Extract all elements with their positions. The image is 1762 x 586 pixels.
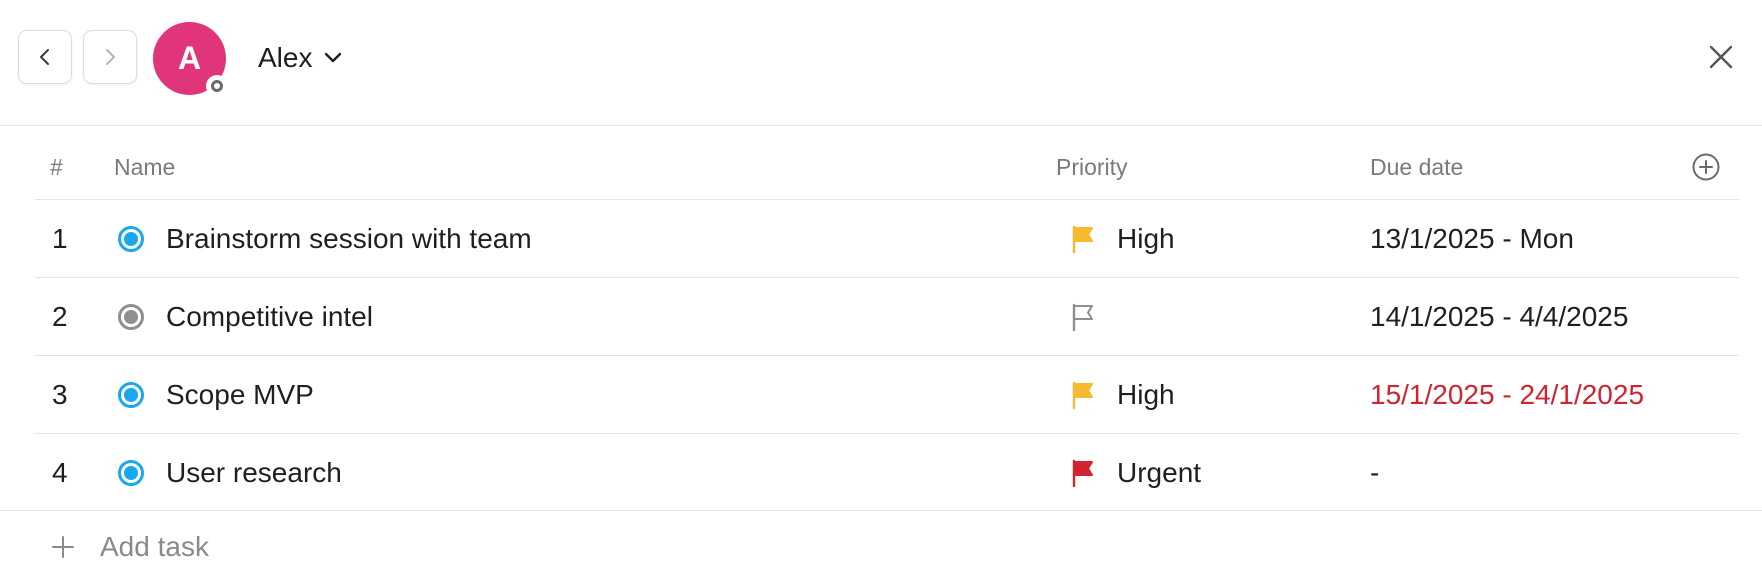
flag-icon (1072, 381, 1093, 409)
due-date[interactable]: 15/1/2025 - 24/1/2025 (1370, 356, 1644, 433)
due-date[interactable]: 14/1/2025 - 4/4/2025 (1370, 278, 1628, 355)
close-button[interactable] (1700, 36, 1742, 78)
column-number: # (50, 154, 63, 180)
task-table: # Name Priority Due date 1 Brainstorm se… (35, 126, 1739, 511)
user-name: Alex (258, 42, 313, 73)
status-toggle[interactable] (118, 434, 144, 511)
flag-icon (1072, 303, 1093, 331)
priority-label: Urgent (1117, 456, 1202, 488)
flag-icon (1072, 459, 1093, 487)
priority-label: High (1117, 222, 1175, 254)
row-number: 1 (52, 222, 68, 254)
task-name[interactable]: Competitive intel (166, 278, 373, 355)
presence-status-icon (206, 75, 228, 97)
status-toggle[interactable] (118, 356, 144, 433)
divider (0, 510, 1762, 511)
priority-flag[interactable] (1070, 278, 1096, 355)
status-toggle[interactable] (118, 278, 144, 355)
task-name[interactable]: User research (166, 434, 342, 511)
table-row[interactable]: 1 Brainstorm session with team High 13/1… (35, 200, 1739, 278)
status-in-progress-icon (118, 459, 144, 486)
plus-icon (52, 536, 74, 558)
priority-flag[interactable] (1070, 434, 1096, 511)
chevron-left-icon (40, 49, 49, 65)
column-due-date[interactable]: Due date (1370, 154, 1463, 181)
header: A Alex (0, 0, 1762, 126)
forward-button[interactable] (83, 30, 137, 84)
table-body: 1 Brainstorm session with team High 13/1… (35, 200, 1739, 511)
column-name[interactable]: Name (114, 154, 175, 181)
status-in-progress-icon (118, 225, 144, 252)
close-icon (1709, 45, 1733, 69)
back-button[interactable] (18, 30, 72, 84)
plus-circle-icon (1692, 153, 1720, 181)
table-row[interactable]: 2 Competitive intel 14/1/2025 - 4/4/2025 (35, 278, 1739, 356)
add-task-button[interactable]: Add task (50, 527, 209, 567)
avatar-initial: A (177, 40, 202, 76)
column-priority[interactable]: Priority (1056, 154, 1128, 181)
row-number: 2 (52, 300, 68, 332)
flag-icon (1072, 225, 1093, 253)
table-header: # Name Priority Due date (35, 126, 1739, 200)
add-column-button[interactable] (1691, 152, 1721, 182)
user-switcher[interactable]: Alex (258, 38, 344, 78)
due-date[interactable]: - (1370, 434, 1379, 511)
priority-flag[interactable] (1070, 200, 1096, 277)
table-row[interactable]: 3 Scope MVP High 15/1/2025 - 24/1/2025 (35, 356, 1739, 434)
priority-label: High (1117, 378, 1175, 410)
priority-flag[interactable] (1070, 356, 1096, 433)
table-row[interactable]: 4 User research Urgent - (35, 434, 1739, 511)
task-name[interactable]: Scope MVP (166, 356, 314, 433)
chevron-right-icon (106, 49, 115, 65)
status-not-started-icon (118, 303, 144, 330)
due-date[interactable]: 13/1/2025 - Mon (1370, 200, 1574, 277)
status-in-progress-icon (118, 381, 144, 408)
add-task-label: Add task (100, 531, 209, 562)
chevron-down-icon (325, 52, 342, 63)
task-name[interactable]: Brainstorm session with team (166, 200, 532, 277)
row-number: 4 (52, 456, 68, 488)
status-toggle[interactable] (118, 200, 144, 277)
row-number: 3 (52, 378, 68, 410)
